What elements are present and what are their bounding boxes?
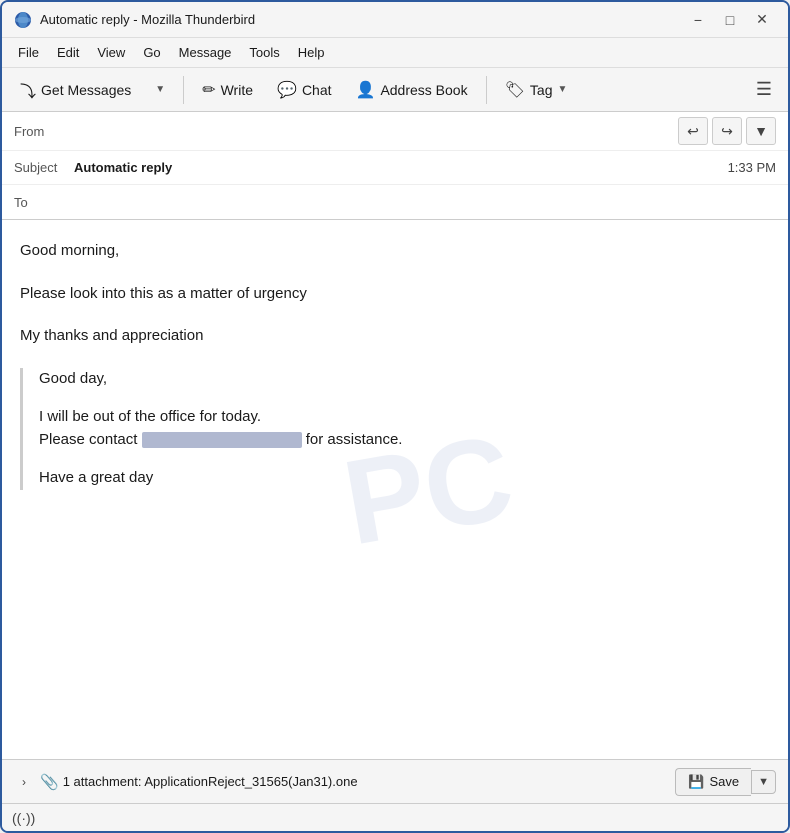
- hamburger-icon: ☰: [756, 79, 772, 100]
- menu-edit[interactable]: Edit: [49, 42, 87, 63]
- toolbar: ⤵ Get Messages ▼ ✏ Write 💬 Chat 👤 Addres…: [2, 68, 788, 112]
- quoted-para-2: I will be out of the office for today. P…: [39, 406, 770, 451]
- tag-dropdown-icon: ▼: [558, 84, 568, 95]
- quoted-para-1: Good day,: [39, 368, 770, 391]
- quoted-para-3: Have a great day: [39, 467, 770, 490]
- menu-view[interactable]: View: [89, 42, 133, 63]
- header-actions: ↩ ↪ ▼: [678, 117, 776, 145]
- minimize-button[interactable]: −: [684, 9, 712, 31]
- save-label: Save: [709, 774, 739, 789]
- status-bar: ((·)): [2, 803, 788, 831]
- reply-icon: ↩: [687, 123, 699, 140]
- status-icon: ((·)): [12, 810, 35, 826]
- attachment-bar: › 📎 1 attachment: ApplicationReject_3156…: [2, 759, 788, 803]
- get-messages-button[interactable]: ⤵ Get Messages: [10, 74, 141, 106]
- message-content: Good morning, Please look into this as a…: [20, 240, 770, 490]
- address-book-label: Address Book: [380, 82, 467, 98]
- message-para-3: My thanks and appreciation: [20, 325, 770, 348]
- save-button[interactable]: 💾 Save: [675, 768, 751, 796]
- more-icon: ▼: [754, 123, 768, 139]
- title-bar: Automatic reply - Mozilla Thunderbird − …: [2, 2, 788, 38]
- main-window: Automatic reply - Mozilla Thunderbird − …: [0, 0, 790, 833]
- header-fields: From ↩ ↪ ▼ Subject Automatic reply 1:33 …: [2, 112, 788, 220]
- save-dropdown-icon: ▼: [758, 776, 769, 788]
- window-title: Automatic reply - Mozilla Thunderbird: [40, 12, 255, 27]
- menu-help[interactable]: Help: [290, 42, 333, 63]
- from-row: From ↩ ↪ ▼: [2, 112, 788, 151]
- tag-icon: 🏷: [505, 80, 525, 100]
- forward-button[interactable]: ↪: [712, 117, 742, 145]
- quoted-para-2-line1: I will be out of the office for today.: [39, 408, 261, 425]
- subject-label: Subject: [14, 160, 74, 175]
- tag-button[interactable]: 🏷 Tag ▼: [495, 76, 578, 104]
- get-messages-dropdown[interactable]: ▼: [145, 80, 175, 99]
- get-messages-icon: ⤵: [20, 78, 36, 102]
- app-icon: [14, 11, 32, 29]
- subject-value: Automatic reply: [74, 160, 728, 175]
- attachment-text: 1 attachment: ApplicationReject_31565(Ja…: [63, 774, 676, 789]
- menu-message[interactable]: Message: [171, 42, 240, 63]
- subject-row: Subject Automatic reply 1:33 PM: [2, 151, 788, 185]
- menu-go[interactable]: Go: [135, 42, 168, 63]
- quoted-para-2-line2-part1: Please contact: [39, 431, 137, 448]
- clip-icon: 📎: [40, 773, 59, 791]
- more-button[interactable]: ▼: [746, 117, 776, 145]
- forward-icon: ↪: [721, 123, 733, 140]
- quoted-block: Good day, I will be out of the office fo…: [20, 368, 770, 490]
- get-messages-label: Get Messages: [41, 82, 131, 98]
- to-row: To: [2, 185, 788, 219]
- reply-button[interactable]: ↩: [678, 117, 708, 145]
- address-book-button[interactable]: 👤 Address Book: [346, 76, 478, 104]
- save-icon: 💾: [688, 774, 704, 790]
- write-icon: ✏: [202, 80, 215, 100]
- write-button[interactable]: ✏ Write: [192, 76, 263, 104]
- message-para-2: Please look into this as a matter of urg…: [20, 283, 770, 306]
- address-book-icon: 👤: [356, 80, 376, 100]
- menu-file[interactable]: File: [10, 42, 47, 63]
- write-label: Write: [221, 82, 253, 98]
- redacted-email: [142, 432, 302, 448]
- timestamp: 1:33 PM: [728, 160, 776, 175]
- chat-label: Chat: [302, 82, 332, 98]
- toolbar-divider-2: [486, 76, 487, 104]
- toolbar-divider-1: [183, 76, 184, 104]
- expand-icon: ›: [22, 775, 26, 789]
- chat-icon: 💬: [277, 80, 297, 100]
- hamburger-button[interactable]: ☰: [748, 75, 780, 104]
- to-label: To: [14, 195, 74, 210]
- menu-tools[interactable]: Tools: [241, 42, 287, 63]
- message-para-1: Good morning,: [20, 240, 770, 263]
- close-button[interactable]: ✕: [748, 9, 776, 31]
- expand-button[interactable]: ›: [14, 772, 34, 792]
- from-label: From: [14, 124, 74, 139]
- menu-bar: File Edit View Go Message Tools Help: [2, 38, 788, 68]
- tag-label: Tag: [530, 82, 553, 98]
- window-controls: − □ ✕: [684, 9, 776, 31]
- save-btn-group: 💾 Save ▼: [675, 768, 776, 796]
- chat-button[interactable]: 💬 Chat: [267, 76, 342, 104]
- quoted-para-2-line2-part3: for assistance.: [306, 431, 403, 448]
- save-dropdown-button[interactable]: ▼: [751, 770, 776, 794]
- maximize-button[interactable]: □: [716, 9, 744, 31]
- title-bar-left: Automatic reply - Mozilla Thunderbird: [14, 11, 255, 29]
- message-body: PC Good morning, Please look into this a…: [2, 220, 788, 759]
- get-messages-dropdown-icon: ▼: [155, 84, 165, 95]
